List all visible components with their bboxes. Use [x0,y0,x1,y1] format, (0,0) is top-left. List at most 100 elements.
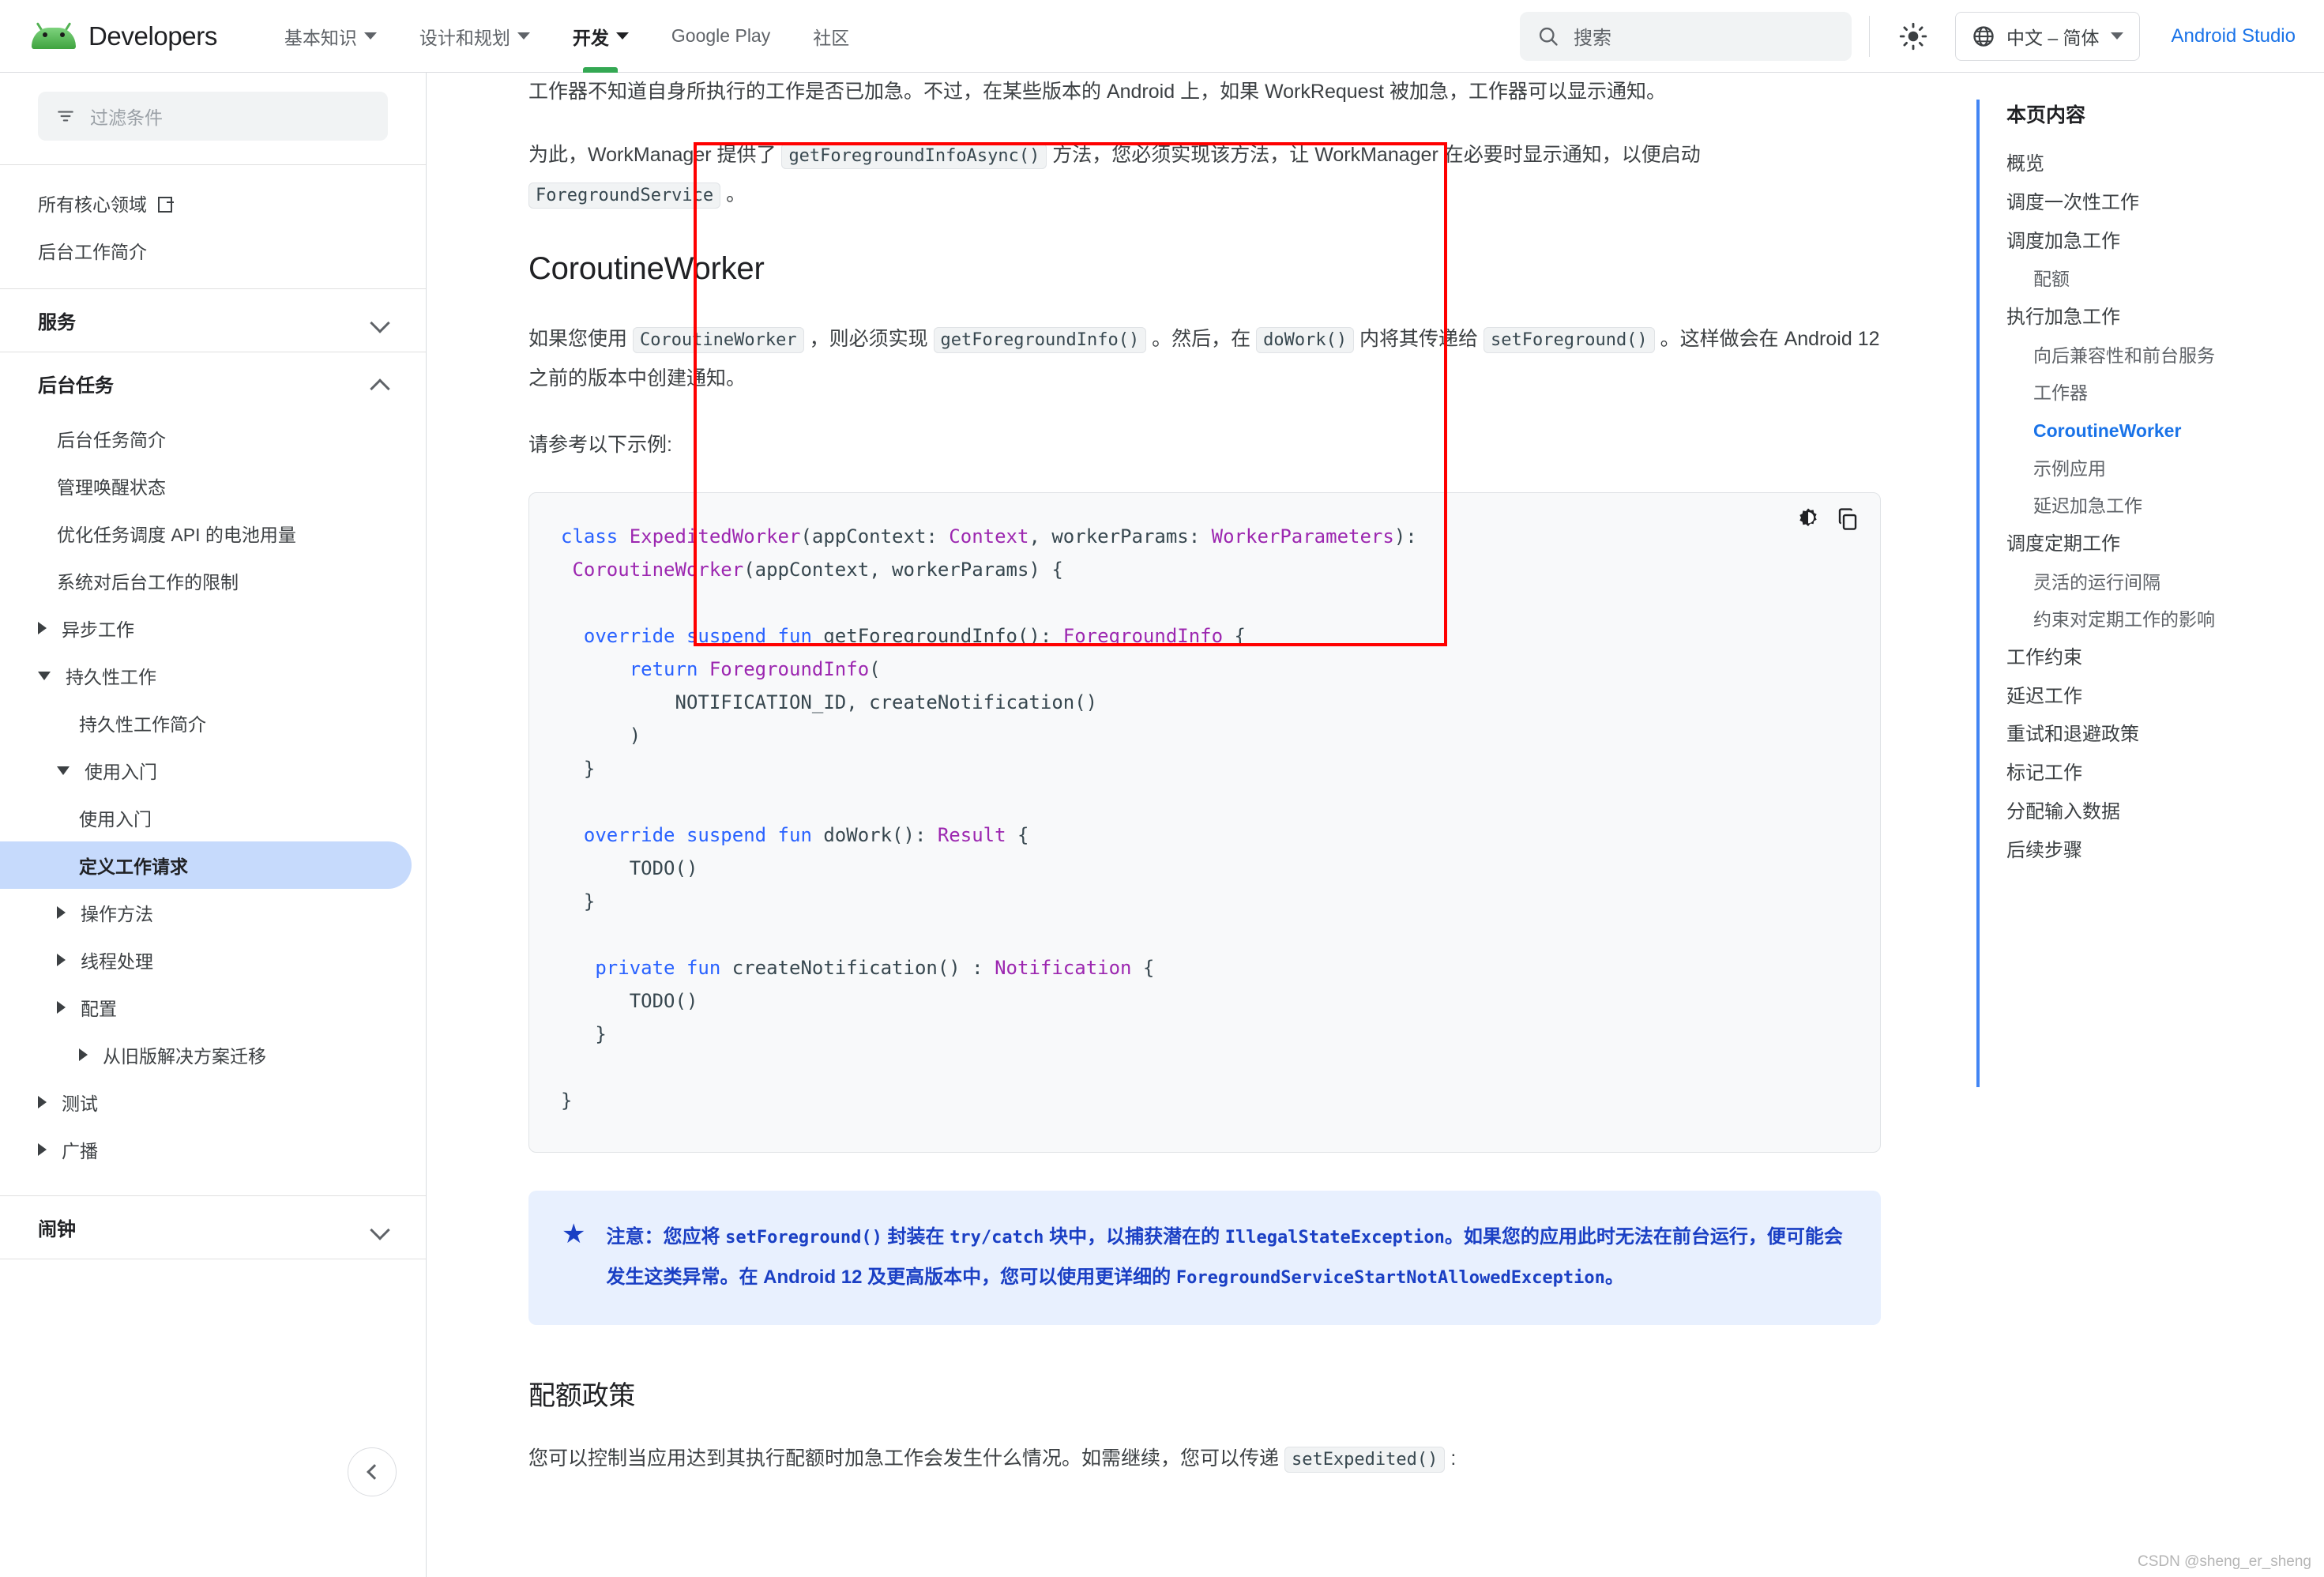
sidebar-item-label: 优化任务调度 API 的电池用量 [57,520,296,547]
inline-code: IllegalStateException [1225,1228,1445,1248]
sidebar-item-async-work[interactable]: 异步工作 [0,604,426,652]
quota-paragraph: 您可以控制当应用达到其执行配额时加急工作会发生什么情况。如需继续，您可以传递 s… [528,1440,1881,1479]
filter-input[interactable]: 过滤条件 [38,92,388,141]
sidebar-item-testing[interactable]: 测试 [0,1078,426,1126]
toc-item-assign-input-data[interactable]: 分配输入数据 [2006,793,2324,832]
sidebar-item-persistent-work-intro[interactable]: 持久性工作简介 [0,699,426,747]
triangle-right-icon [38,622,47,634]
chevron-down-icon [616,32,629,40]
toc-item-schedule-one-time[interactable]: 调度一次性工作 [2006,184,2324,223]
left-sidebar: 过滤条件 所有核心领域 后台工作简介 服务 后台任务 后台任务简介 [0,73,427,1577]
sidebar-section-background-tasks[interactable]: 后台任务 [0,352,426,415]
sidebar-item-label: 操作方法 [81,899,153,926]
inline-code: ForegroundServiceStartNotAllowedExceptio… [1176,1268,1605,1288]
nav-item-google-play[interactable]: Google Play [650,0,792,73]
sidebar-item-optimize-battery[interactable]: 优化任务调度 API 的电池用量 [0,510,426,557]
star-icon: ★ [562,1218,585,1298]
watermark: CSDN @sheng_er_sheng [2138,1553,2311,1571]
text-run: 内将其传递给 [1354,328,1484,350]
brand-logo[interactable]: Developers [32,21,217,51]
sidebar-item-manage-wake-state[interactable]: 管理唤醒状态 [0,462,426,510]
header-divider [1869,16,1870,57]
note-text: 注意：您应将 setForeground() 封装在 try/catch 块中，… [606,1218,1848,1298]
sidebar-item-threading[interactable]: 线程处理 [0,936,426,984]
nav-item-design[interactable]: 设计和规划 [398,0,551,73]
clipped-paragraph-wrapper: 工作器不知道自身所执行的工作是否已加急。不过，在某些版本的 Android 上，… [528,73,1881,117]
toc-item-retry-backoff[interactable]: 重试和退避政策 [2006,716,2324,755]
toc-item-worker[interactable]: 工作器 [2006,374,2324,412]
theme-toggle-button[interactable] [1889,12,1938,61]
text-run: 您可以控制当应用达到其执行配额时加急工作会发生什么情况。如需继续，您可以传递 [528,1447,1284,1470]
inline-code: setForeground() [725,1228,882,1248]
search-input[interactable]: 搜索 [1520,12,1852,61]
code-content[interactable]: class ExpeditedWorker(appContext: Contex… [561,520,1848,1117]
sidebar-section-alarms[interactable]: 闹钟 [0,1196,426,1259]
toc-title: 本页内容 [2006,100,2324,128]
toc-item-schedule-expedited[interactable]: 调度加急工作 [2006,223,2324,262]
sidebar-item-how-to[interactable]: 操作方法 [0,889,426,936]
toc-item-next-steps[interactable]: 后续步骤 [2006,832,2324,871]
copy-code-button[interactable] [1836,507,1860,535]
chevron-down-icon [370,311,391,331]
toc-item-coroutineworker[interactable]: CoroutineWorker [2006,412,2324,450]
sidebar-item-background-work-overview[interactable]: 后台工作简介 [0,227,426,274]
sidebar-item-all-core-areas[interactable]: 所有核心领域 [0,179,426,227]
dark-mode-toggle-button[interactable] [1796,507,1820,535]
toc-item-quota[interactable]: 配额 [2006,261,2324,299]
chevron-down-icon [517,32,530,40]
triangle-right-icon [57,954,66,966]
triangle-right-icon [57,906,66,919]
sidebar-item-broadcast[interactable]: 广播 [0,1126,426,1173]
triangle-down-icon [38,672,51,680]
toc-item-constraints-periodic[interactable]: 约束对定期工作的影响 [2006,601,2324,639]
intro-paragraph-2: 为此，WorkManager 提供了 getForegroundInfoAsyn… [528,136,1881,215]
search-icon [1537,25,1559,47]
sidebar-section-services[interactable]: 服务 [0,289,426,352]
sidebar-item-getting-started-group[interactable]: 使用入门 [0,747,426,794]
toc-item-backward-compat[interactable]: 向后兼容性和前台服务 [2006,337,2324,375]
text-run: 。 [1605,1266,1624,1288]
toc-item-work-constraints[interactable]: 工作约束 [2006,639,2324,678]
sidebar-section-label: 服务 [38,307,76,334]
toc-item-overview[interactable]: 概览 [2006,145,2324,184]
sidebar-item-getting-started[interactable]: 使用入门 [0,794,426,841]
triangle-right-icon [38,1096,47,1108]
sidebar-item-bg-task-intro[interactable]: 后台任务简介 [0,415,426,462]
nav-item-basics[interactable]: 基本知识 [263,0,398,73]
toc-item-sample-app[interactable]: 示例应用 [2006,450,2324,488]
sidebar-item-persistent-work[interactable]: 持久性工作 [0,652,426,699]
sidebar-item-label: 管理唤醒状态 [57,472,166,499]
toc-item-delayed-work[interactable]: 延迟工作 [2006,678,2324,717]
example-lead-paragraph: 请参考以下示例: [528,426,1881,464]
text-run: 方法，您必须实现该方法，让 WorkManager 在必要时显示通知，以便启动 [1047,144,1700,166]
sidebar-item-define-work-request[interactable]: 定义工作请求 [0,841,412,889]
sidebar-item-label: 后台任务简介 [57,425,166,452]
toc-item-execute-expedited[interactable]: 执行加急工作 [2006,299,2324,337]
sidebar-item-label: 使用入门 [85,757,157,784]
content-column: 工作器不知道自身所执行的工作是否已加急。不过，在某些版本的 Android 上，… [427,73,1976,1479]
toc-item-deferred-expedited[interactable]: 延迟加急工作 [2006,487,2324,525]
inline-code: ForegroundService [528,183,720,209]
toc-item-tag-work[interactable]: 标记工作 [2006,755,2324,793]
text-run: 注意：您应将 [606,1226,725,1248]
site-header: Developers 基本知识 设计和规划 开发 Google Play 社区 [0,0,2324,73]
nav-item-develop[interactable]: 开发 [551,0,650,73]
search-placeholder: 搜索 [1574,22,1611,50]
primary-nav: 基本知识 设计和规划 开发 Google Play 社区 [263,0,871,73]
contrast-dark-mode-icon [1796,507,1820,531]
toc-item-schedule-periodic[interactable]: 调度定期工作 [2006,525,2324,564]
inline-code: getForegroundInfoAsync() [781,143,1047,169]
toc-item-flex-interval[interactable]: 灵活的运行间隔 [2006,564,2324,602]
android-studio-link[interactable]: Android Studio [2172,25,2296,47]
section-heading-quota-policy: 配额政策 [528,1374,1881,1413]
sidebar-item-label: 广播 [62,1136,98,1163]
sidebar-item-label: 测试 [62,1089,98,1116]
sidebar-collapse-button[interactable] [348,1447,397,1496]
nav-item-community[interactable]: 社区 [792,0,871,73]
language-selector[interactable]: 中文 – 简体 [1955,12,2140,61]
sidebar-item-migrate-legacy[interactable]: 从旧版解决方案迁移 [0,1031,426,1078]
inline-code: doWork() [1256,327,1354,353]
sidebar-item-configuration[interactable]: 配置 [0,984,426,1031]
nav-item-label: 社区 [813,23,849,50]
sidebar-item-system-restrictions[interactable]: 系统对后台工作的限制 [0,557,426,604]
